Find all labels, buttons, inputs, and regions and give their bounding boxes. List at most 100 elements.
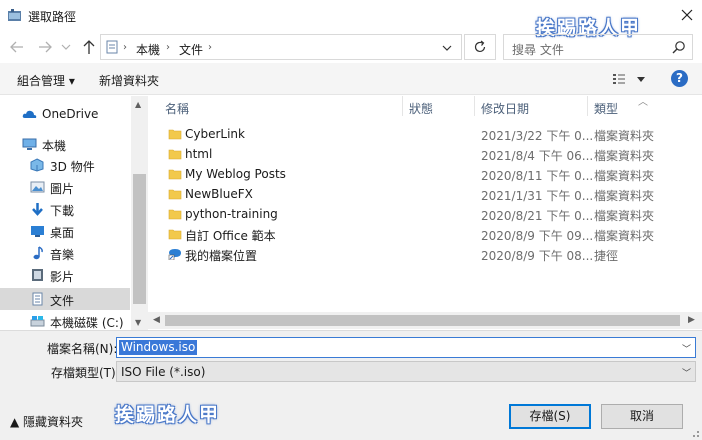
download-icon [32, 203, 43, 216]
sidebar-item-onedrive[interactable]: OneDrive [0, 103, 130, 125]
table-row[interactable]: 自訂 Office 範本 2020/8/9 下午 09... 檔案資料夾 [148, 224, 702, 244]
sidebar-item-local-disk-c[interactable]: 本機磁碟 (C:) [0, 310, 130, 332]
file-date: 2021/1/31 下午 0... [481, 189, 593, 203]
back-arrow-icon[interactable] [8, 38, 26, 56]
sort-ascending-icon: ︿ [638, 97, 648, 108]
file-name: 自訂 Office 範本 [185, 229, 276, 243]
navigation-pane: OneDrive 本機 3D 物件 圖片 下載 桌面 音樂 影片 文件 本機磁碟… [0, 96, 148, 330]
new-folder-button[interactable]: 新增資料夾 [99, 72, 159, 89]
filetype-select[interactable]: ISO File (*.iso) ﹀ [116, 361, 696, 382]
forward-arrow-icon[interactable] [36, 38, 54, 56]
sidebar-scrollbar[interactable]: ▲ ▼ [131, 96, 148, 330]
breadcrumb-chevron-icon[interactable]: › [123, 42, 127, 53]
resize-grip-icon[interactable] [690, 428, 700, 438]
file-date: 2020/8/21 下午 0... [481, 209, 593, 223]
sidebar-item-pictures[interactable]: 圖片 [0, 176, 130, 198]
save-panel: 檔案名稱(N): Windows.iso ﹀ 存檔類型(T): ISO File… [0, 330, 702, 440]
file-name: html [185, 147, 213, 161]
help-icon[interactable]: ? [671, 70, 688, 87]
navigation-bar: › 本機 › 文件 › 搜尋 文件 [0, 31, 702, 63]
sidebar-item-desktop[interactable]: 桌面 [0, 220, 130, 242]
search-box[interactable]: 搜尋 文件 [503, 34, 693, 60]
table-row[interactable]: python-training 2020/8/21 下午 0... 檔案資料夾 [148, 204, 702, 224]
column-divider[interactable] [587, 96, 588, 116]
breadcrumb-chevron-icon[interactable]: › [166, 42, 170, 53]
sidebar-item-label: 影片 [50, 270, 75, 284]
sidebar-item-videos[interactable]: 影片 [0, 264, 130, 286]
view-options-icon[interactable] [613, 73, 629, 85]
refresh-icon [474, 40, 486, 53]
sidebar-item-label: 桌面 [50, 226, 75, 240]
sidebar-item-label: 下載 [50, 204, 75, 218]
horizontal-scroll-thumb[interactable] [165, 315, 680, 326]
scroll-right-arrow-icon[interactable]: ▶ [688, 315, 695, 325]
scroll-up-arrow-icon[interactable]: ▲ [135, 100, 141, 109]
breadcrumb-chevron-icon[interactable]: › [208, 42, 212, 53]
save-button[interactable]: 存檔(S) [509, 404, 591, 429]
table-row[interactable]: My Weblog Posts 2020/8/11 下午 0... 檔案資料夾 [148, 164, 702, 184]
file-type: 檔案資料夾 [594, 209, 655, 223]
cloud-icon [22, 110, 37, 118]
address-dropdown-icon[interactable] [442, 44, 452, 52]
up-arrow-icon[interactable] [80, 38, 98, 56]
sidebar-scroll-thumb[interactable] [133, 174, 146, 304]
close-icon[interactable] [676, 4, 698, 26]
window-title: 選取路徑 [28, 10, 77, 24]
file-date: 2020/8/9 下午 08... [481, 249, 593, 263]
table-row[interactable]: NewBlueFX 2021/1/31 下午 0... 檔案資料夾 [148, 184, 702, 204]
file-type: 檔案資料夾 [594, 149, 655, 163]
file-name: 我的檔案位置 [185, 249, 258, 263]
sidebar-item-3d-objects[interactable]: 3D 物件 [0, 154, 130, 176]
filename-dropdown-icon[interactable]: ﹀ [682, 342, 691, 355]
documents-location-icon [106, 40, 118, 54]
column-divider[interactable] [402, 96, 403, 116]
sidebar-item-label: 圖片 [50, 182, 75, 196]
horizontal-scrollbar[interactable]: ◀ ▶ [148, 312, 702, 329]
search-placeholder[interactable]: 搜尋 文件 [512, 41, 564, 58]
view-dropdown-icon[interactable] [637, 77, 645, 83]
sidebar-item-this-pc[interactable]: 本機 [0, 133, 130, 155]
sidebar-item-label: 本機磁碟 (C:) [50, 316, 124, 330]
hide-folders-toggle[interactable]: ▲ 隱藏資料夾 [10, 413, 83, 430]
scroll-down-arrow-icon[interactable]: ▼ [135, 318, 141, 327]
file-type: 檔案資料夾 [594, 129, 655, 143]
sidebar-item-label: OneDrive [42, 107, 99, 121]
table-row[interactable]: html 2021/8/4 下午 06... 檔案資料夾 [148, 144, 702, 164]
folder-icon [168, 209, 182, 220]
organize-menu-button[interactable]: 組合管理 ▾ [17, 72, 75, 89]
file-date: 2021/3/22 下午 0... [481, 129, 593, 143]
sidebar-item-documents[interactable]: 文件 [0, 288, 130, 310]
file-name: python-training [185, 207, 278, 221]
column-header-date[interactable]: 修改日期 [481, 100, 529, 117]
cancel-button[interactable]: 取消 [601, 404, 683, 429]
table-row[interactable]: CyberLink 2021/3/22 下午 0... 檔案資料夾 [148, 124, 702, 144]
address-bar[interactable]: › 本機 › 文件 › [100, 34, 462, 60]
file-date: 2020/8/9 下午 09... [481, 229, 593, 243]
sidebar-item-music[interactable]: 音樂 [0, 242, 130, 264]
table-row[interactable]: 我的檔案位置 2020/8/9 下午 08... 捷徑 [148, 244, 702, 264]
computer-icon [22, 138, 37, 150]
documents-icon [32, 292, 43, 306]
file-type: 檔案資料夾 [594, 169, 655, 183]
breadcrumb-this-pc[interactable]: 本機 [136, 41, 160, 58]
column-divider[interactable] [474, 96, 475, 116]
column-header-type[interactable]: 類型 [594, 100, 618, 117]
search-icon[interactable] [672, 40, 686, 54]
sidebar-item-downloads[interactable]: 下載 [0, 198, 130, 220]
scroll-left-arrow-icon[interactable]: ◀ [153, 315, 160, 325]
refresh-button[interactable] [464, 34, 496, 60]
filename-input[interactable]: Windows.iso ﹀ [116, 337, 696, 358]
file-type: 檔案資料夾 [594, 189, 655, 203]
column-header-name[interactable]: 名稱 [165, 100, 189, 117]
file-name: NewBlueFX [185, 187, 253, 201]
file-list: ︿ 名稱 狀態 修改日期 類型 CyberLink 2021/3/22 下午 0… [148, 96, 702, 330]
file-date: 2021/8/4 下午 06... [481, 149, 593, 163]
pictures-icon [30, 181, 45, 193]
sidebar-item-label: 本機 [42, 139, 67, 153]
recent-chevron-down-icon[interactable] [60, 38, 72, 56]
filetype-dropdown-icon[interactable]: ﹀ [682, 366, 691, 379]
filename-value[interactable]: Windows.iso [119, 340, 198, 355]
column-header-status[interactable]: 狀態 [409, 100, 433, 117]
drive-icon [30, 316, 45, 327]
breadcrumb-documents[interactable]: 文件 [179, 41, 203, 58]
